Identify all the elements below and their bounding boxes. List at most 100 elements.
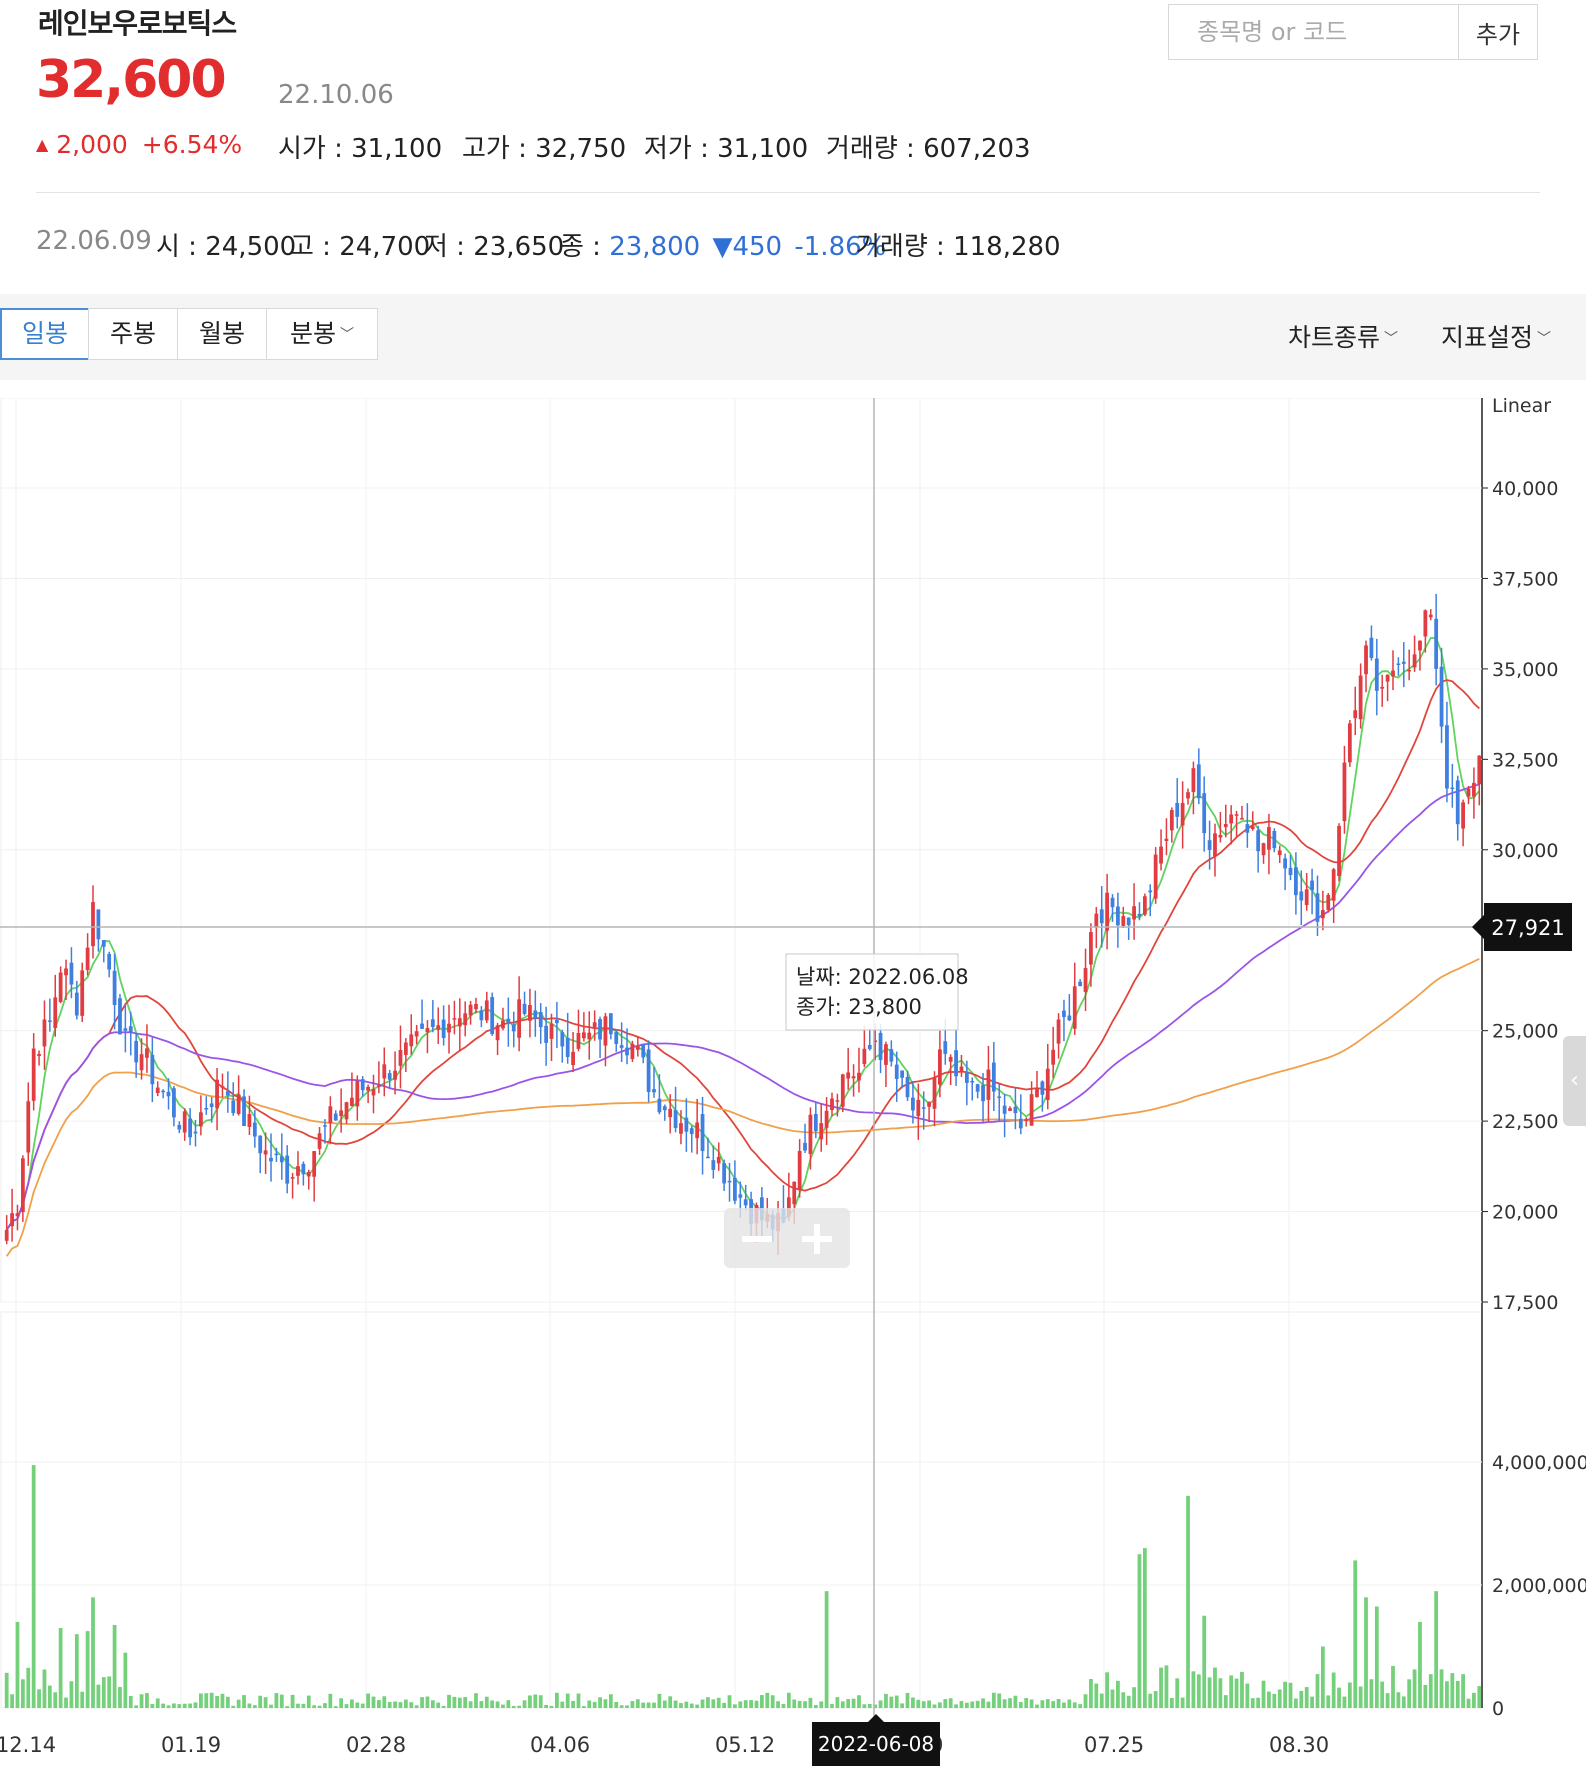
volume-bar (738, 1701, 743, 1708)
candle (1407, 649, 1412, 681)
volume-bar (188, 1703, 192, 1708)
candle (981, 1073, 985, 1122)
volume-bar (1428, 1674, 1433, 1708)
candle (495, 1022, 500, 1056)
volume-bar (1353, 1560, 1358, 1708)
zoom-out-icon[interactable] (742, 1236, 772, 1242)
candle (150, 1037, 155, 1103)
candle (1067, 994, 1072, 1022)
volume-bar (1002, 1699, 1007, 1708)
candle (619, 1022, 624, 1062)
candle (560, 1029, 565, 1063)
volume-bar (851, 1698, 856, 1708)
candle (26, 1082, 31, 1166)
candle (884, 1041, 888, 1088)
candle (204, 1096, 209, 1115)
candle (538, 1003, 543, 1044)
tab-daily[interactable]: 일봉 (0, 308, 90, 360)
volume-bar (53, 1692, 58, 1708)
stock-chart[interactable]: 40,000 37,500 35,000 32,500 30,000 25,000 22,5… (0, 398, 1586, 1766)
volume-bar (991, 1692, 996, 1708)
volume-bar (894, 1695, 899, 1708)
volume-bar (905, 1692, 910, 1708)
candle (161, 1089, 166, 1099)
candle (301, 1161, 306, 1186)
candle (533, 990, 538, 1037)
candle (1320, 890, 1325, 931)
volume-bar (884, 1693, 888, 1708)
volume-bar (1374, 1606, 1379, 1708)
candle (1013, 1087, 1018, 1130)
candle (1018, 1094, 1023, 1135)
date-tick-label: 04.06 (530, 1733, 590, 1757)
volume-bar (927, 1700, 931, 1708)
candle (317, 1127, 322, 1155)
candle (1002, 1093, 1007, 1138)
volume-bar (107, 1676, 112, 1708)
volume-bar (846, 1699, 851, 1708)
volume-bar (177, 1704, 182, 1708)
volume-bar (1116, 1680, 1120, 1708)
candle (1385, 674, 1390, 702)
volume-bar (258, 1695, 263, 1708)
tab-weekly[interactable]: 주봉 (88, 308, 178, 360)
candle (587, 1011, 592, 1060)
volume-bar (166, 1705, 171, 1708)
crosshair-overlay: 27,921 2022-06-08 날짜: 2022.06.08 종가: 23,… (0, 398, 1572, 1766)
volume-bar (1121, 1692, 1126, 1708)
volume-bar (1207, 1677, 1212, 1708)
volume-bar (1272, 1693, 1277, 1708)
tab-monthly[interactable]: 월봉 (177, 308, 267, 360)
volume-bar (306, 1695, 311, 1708)
volume-bar (382, 1696, 387, 1708)
volume-bar (786, 1692, 791, 1708)
candle (1331, 867, 1336, 924)
volume-bar (409, 1702, 414, 1708)
volume-bar (58, 1628, 63, 1708)
volume-bar (490, 1700, 495, 1708)
candle (1062, 999, 1066, 1042)
volume-bar (161, 1703, 166, 1708)
candle (1434, 593, 1439, 686)
search-box: 추가 (1168, 4, 1538, 60)
volume-bar (495, 1701, 500, 1708)
candle (1051, 1026, 1056, 1079)
candle (484, 991, 489, 1024)
volume-bar (673, 1700, 678, 1708)
add-button[interactable]: 추가 (1459, 5, 1537, 59)
volume-bar (1008, 1698, 1012, 1708)
volume-bar (959, 1701, 964, 1708)
price-tick-label: 25,000 (1492, 1021, 1558, 1043)
candle (398, 1025, 403, 1089)
price-tick-label: 17,500 (1492, 1292, 1558, 1314)
volume-bar (80, 1691, 85, 1708)
candle (830, 1092, 834, 1117)
volume-bar (274, 1693, 279, 1708)
candle (959, 1054, 964, 1077)
volume-bar (635, 1699, 640, 1708)
candle (991, 1042, 996, 1112)
candle (722, 1159, 727, 1191)
chart-type-dropdown[interactable]: 차트종류 ﹀ (1288, 318, 1398, 354)
candle (409, 1014, 414, 1055)
candle (700, 1096, 705, 1175)
search-input[interactable] (1169, 5, 1459, 59)
candle (31, 1033, 36, 1111)
volume-bars (4, 1465, 1482, 1708)
tab-minute[interactable]: 분봉 ﹀ (266, 308, 378, 360)
volume-bar (560, 1701, 565, 1708)
candle (1240, 805, 1244, 820)
candle (857, 1047, 861, 1093)
candle (10, 1188, 14, 1242)
candle (333, 1110, 338, 1121)
volume-bar (344, 1704, 349, 1708)
zoom-controls[interactable] (724, 1208, 850, 1268)
candle (878, 1024, 883, 1074)
indicator-dropdown[interactable]: 지표설정 ﹀ (1441, 318, 1551, 354)
volume-bar (37, 1689, 41, 1708)
panel-expand-handle[interactable]: ‹ (1563, 1036, 1586, 1126)
volume-bar (695, 1704, 700, 1708)
volume-bar (220, 1693, 225, 1708)
volume-bar (339, 1698, 344, 1708)
volume-bar (727, 1695, 732, 1708)
